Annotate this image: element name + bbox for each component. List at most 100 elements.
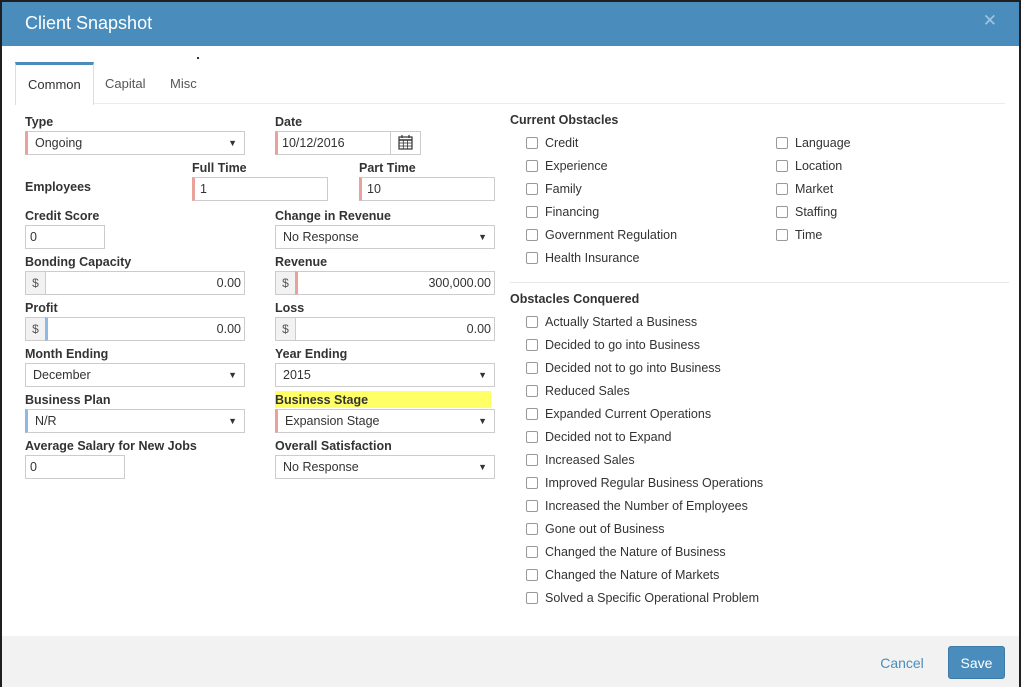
client-snapshot-dialog: Client Snapshot ✕ Common Capital Misc Ty… bbox=[0, 0, 1021, 687]
checkbox-box[interactable] bbox=[526, 229, 538, 241]
business-stage-label: Business Stage bbox=[275, 393, 369, 407]
checkbox-label: Changed the Nature of Markets bbox=[545, 568, 720, 582]
tab-capital[interactable]: Capital bbox=[93, 62, 157, 104]
calendar-button[interactable] bbox=[390, 131, 421, 155]
checkbox-box[interactable] bbox=[526, 454, 538, 466]
employees-label: Employees bbox=[25, 180, 92, 194]
checkbox-box[interactable] bbox=[526, 500, 538, 512]
business-plan-select[interactable]: N/R ▼ bbox=[25, 409, 245, 433]
month-ending-value: December bbox=[33, 368, 91, 382]
tab-misc[interactable]: Misc bbox=[158, 62, 209, 104]
business-stage-select[interactable]: Expansion Stage ▼ bbox=[275, 409, 495, 433]
checkbox-label: Health Insurance bbox=[545, 251, 640, 265]
section-divider bbox=[510, 282, 1009, 283]
checkbox-box[interactable] bbox=[526, 339, 538, 351]
checkbox-box[interactable] bbox=[776, 206, 788, 218]
checkbox-box[interactable] bbox=[526, 477, 538, 489]
profit-input[interactable]: 0.00 bbox=[45, 317, 245, 341]
change-in-revenue-select[interactable]: No Response ▼ bbox=[275, 225, 495, 249]
checkbox-box[interactable] bbox=[526, 316, 538, 328]
avg-salary-value: 0 bbox=[30, 460, 37, 474]
overall-satisfaction-select[interactable]: No Response ▼ bbox=[275, 455, 495, 479]
currency-prefix: $ bbox=[275, 317, 296, 341]
checkbox-label: Expanded Current Operations bbox=[545, 407, 712, 421]
save-button[interactable]: Save bbox=[948, 646, 1005, 679]
tab-common[interactable]: Common bbox=[15, 62, 94, 105]
close-icon[interactable]: ✕ bbox=[983, 11, 997, 31]
business-plan-label: Business Plan bbox=[25, 393, 111, 407]
checkbox-label: Improved Regular Business Operations bbox=[545, 476, 764, 490]
business-plan-value: N/R bbox=[35, 414, 57, 428]
loss-label: Loss bbox=[275, 301, 305, 315]
bonding-capacity-input[interactable]: 0.00 bbox=[45, 271, 245, 295]
checkbox-label: Actually Started a Business bbox=[545, 315, 698, 329]
calendar-icon bbox=[398, 135, 413, 150]
checkbox-box[interactable] bbox=[526, 569, 538, 581]
profit-label: Profit bbox=[25, 301, 58, 315]
credit-score-label: Credit Score bbox=[25, 209, 100, 223]
type-value: Ongoing bbox=[35, 136, 83, 150]
credit-score-input[interactable]: 0 bbox=[25, 225, 105, 249]
dialog-header: Client Snapshot ✕ bbox=[2, 2, 1019, 46]
checkbox-label: Increased Sales bbox=[545, 453, 635, 467]
bonding-capacity-value: 0.00 bbox=[216, 276, 241, 290]
dialog-title: Client Snapshot bbox=[25, 13, 153, 33]
cancel-button[interactable]: Cancel bbox=[870, 648, 934, 678]
date-input[interactable]: 10/12/2016 bbox=[275, 131, 391, 155]
checkbox-box[interactable] bbox=[776, 229, 788, 241]
checkbox-label: Staffing bbox=[795, 205, 838, 219]
chevron-down-icon: ▼ bbox=[478, 416, 487, 426]
obstacles-conquered-title: Obstacles Conquered bbox=[510, 292, 640, 306]
checkbox-box[interactable] bbox=[526, 385, 538, 397]
checkbox-box[interactable] bbox=[526, 431, 538, 443]
date-value: 10/12/2016 bbox=[282, 136, 345, 150]
tab-bar: Common Capital Misc bbox=[15, 62, 1005, 105]
checkbox-box[interactable] bbox=[526, 206, 538, 218]
checkbox-box[interactable] bbox=[526, 592, 538, 604]
chevron-down-icon: ▼ bbox=[478, 370, 487, 380]
chevron-down-icon: ▼ bbox=[478, 462, 487, 472]
avg-salary-input[interactable]: 0 bbox=[25, 455, 125, 479]
checkbox-box[interactable] bbox=[526, 523, 538, 535]
checkbox-box[interactable] bbox=[526, 546, 538, 558]
checkbox-label: Reduced Sales bbox=[545, 384, 630, 398]
checkbox-label: Increased the Number of Employees bbox=[545, 499, 748, 513]
checkbox-box[interactable] bbox=[526, 408, 538, 420]
full-time-input[interactable]: 1 bbox=[192, 177, 328, 201]
checkbox-label: Family bbox=[545, 182, 582, 196]
checkbox-label: Decided to go into Business bbox=[545, 338, 700, 352]
part-time-input[interactable]: 10 bbox=[359, 177, 495, 201]
revenue-label: Revenue bbox=[275, 255, 328, 269]
checkbox-box[interactable] bbox=[526, 183, 538, 195]
full-time-label: Full Time bbox=[192, 161, 247, 175]
revenue-input[interactable]: 300,000.00 bbox=[295, 271, 495, 295]
dialog-footer: Cancel Save bbox=[2, 636, 1019, 687]
checkbox-label: Credit bbox=[545, 136, 579, 150]
checkbox-box[interactable] bbox=[526, 137, 538, 149]
checkbox-label: Solved a Specific Operational Problem bbox=[545, 591, 760, 605]
checkbox-box[interactable] bbox=[526, 160, 538, 172]
checkbox-box[interactable] bbox=[776, 137, 788, 149]
loss-input[interactable]: 0.00 bbox=[295, 317, 495, 341]
checkbox-label: Decided not to Expand bbox=[545, 430, 672, 444]
chevron-down-icon: ▼ bbox=[228, 138, 237, 148]
change-in-revenue-label: Change in Revenue bbox=[275, 209, 391, 223]
currency-prefix: $ bbox=[25, 317, 46, 341]
month-ending-select[interactable]: December ▼ bbox=[25, 363, 245, 387]
checkbox-label: Language bbox=[795, 136, 851, 150]
checkbox-box[interactable] bbox=[776, 160, 788, 172]
part-time-label: Part Time bbox=[359, 161, 416, 175]
year-ending-select[interactable]: 2015 ▼ bbox=[275, 363, 495, 387]
chevron-down-icon: ▼ bbox=[228, 370, 237, 380]
checkbox-label: Changed the Nature of Business bbox=[545, 545, 726, 559]
checkbox-box[interactable] bbox=[526, 252, 538, 264]
loss-value: 0.00 bbox=[466, 322, 491, 336]
checkbox-label: Government Regulation bbox=[545, 228, 678, 242]
type-select[interactable]: Ongoing ▼ bbox=[25, 131, 245, 155]
date-label: Date bbox=[275, 115, 303, 129]
overall-satisfaction-label: Overall Satisfaction bbox=[275, 439, 392, 453]
chevron-down-icon: ▼ bbox=[478, 232, 487, 242]
decorative-dot bbox=[197, 57, 199, 59]
checkbox-box[interactable] bbox=[526, 362, 538, 374]
checkbox-box[interactable] bbox=[776, 183, 788, 195]
